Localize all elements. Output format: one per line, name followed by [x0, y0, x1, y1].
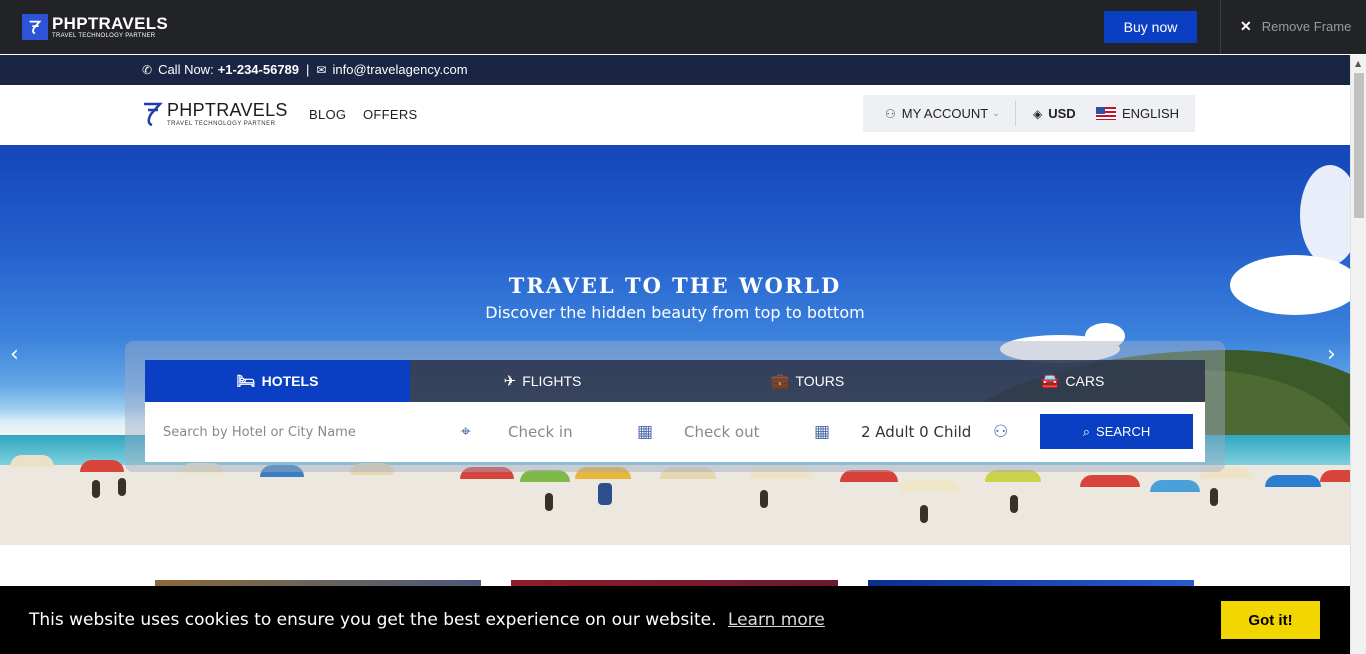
- guests-selector[interactable]: 2 Adult 0 Child: [861, 402, 991, 462]
- calendar-icon: ▦: [814, 422, 831, 442]
- logo-icon: [144, 102, 163, 127]
- beach-person: [920, 505, 928, 523]
- arrow-right-icon[interactable]: ›: [1327, 342, 1336, 367]
- user-icon: ⚇: [993, 422, 1009, 442]
- phone-number[interactable]: +1-234-56789: [218, 62, 299, 77]
- page-scrollbar[interactable]: ▲: [1350, 55, 1366, 654]
- cookie-message-container: This website uses cookies to ensure you …: [29, 610, 825, 630]
- beach-umbrella: [900, 480, 960, 492]
- site-logo-name: PHPTRAVELS: [167, 100, 288, 120]
- tab-hotels[interactable]: 🛏 HOTELS: [145, 360, 410, 402]
- beach-person: [1010, 495, 1018, 513]
- frame-logo-name: PHPTRAVELS: [52, 14, 169, 33]
- scrollbar-thumb[interactable]: [1354, 73, 1364, 218]
- envelope-icon: ✉: [316, 62, 327, 77]
- got-it-button[interactable]: Got it!: [1221, 601, 1320, 639]
- logo-icon: [22, 14, 48, 40]
- cookie-message: This website uses cookies to ensure you …: [29, 610, 717, 630]
- chevron-down-icon: ⌄: [992, 108, 1000, 118]
- currency-label: USD: [1048, 106, 1076, 121]
- calendar-icon: ▦: [637, 422, 654, 442]
- email-link[interactable]: info@travelagency.com: [332, 62, 467, 77]
- my-account-dropdown[interactable]: ⚇ MY ACCOUNT ⌄: [885, 106, 1000, 121]
- beach-umbrella: [10, 455, 54, 467]
- site-logo[interactable]: PHPTRAVELS TRAVEL TECHNOLOGY PARTNER: [140, 99, 288, 129]
- close-icon: ✕: [1240, 18, 1252, 34]
- beach-person: [598, 483, 612, 505]
- buy-now-button[interactable]: Buy now: [1104, 11, 1197, 43]
- search-fields: Search by Hotel or City Name ⌖ Check in …: [145, 402, 1205, 462]
- frame-logo[interactable]: PHPTRAVELS TRAVEL TECHNOLOGY PARTNER: [22, 14, 168, 40]
- beach-umbrella: [1320, 470, 1350, 482]
- contact-separator: |: [306, 62, 310, 77]
- call-now-label: Call Now:: [158, 62, 214, 77]
- flag-icon: [1096, 107, 1116, 120]
- nav-offers[interactable]: OFFERS: [363, 107, 418, 122]
- hero-banner: TRAVEL TO THE WORLD Discover the hidden …: [0, 145, 1350, 545]
- beach-person: [545, 493, 553, 511]
- beach-umbrella: [80, 460, 124, 472]
- search-icon: ⌕: [1082, 423, 1091, 439]
- tab-hotels-label: HOTELS: [261, 373, 319, 389]
- user-icon: ⚇: [885, 106, 896, 121]
- suitcase-icon: 💼: [770, 373, 790, 390]
- beach-person: [1210, 488, 1218, 506]
- checkin-input[interactable]: Check in: [508, 402, 628, 462]
- learn-more-link[interactable]: Learn more: [728, 610, 825, 630]
- account-toolbar: ⚇ MY ACCOUNT ⌄ ◈ USD ENGLISH: [863, 95, 1195, 132]
- location-input[interactable]: Search by Hotel or City Name: [163, 402, 463, 462]
- tab-flights[interactable]: ✈ FLIGHTS: [410, 360, 675, 402]
- tab-cars-label: CARS: [1065, 373, 1105, 389]
- contact-bar: ✆ Call Now: +1-234-56789 | ✉ info@travel…: [0, 55, 1350, 85]
- site-logo-tagline: TRAVEL TECHNOLOGY PARTNER: [167, 121, 276, 127]
- bed-icon: 🛏: [236, 373, 256, 390]
- beach-person: [760, 490, 768, 508]
- checkout-input[interactable]: Check out: [684, 402, 804, 462]
- beach-umbrella: [1150, 480, 1200, 492]
- tab-flights-label: FLIGHTS: [522, 373, 582, 389]
- nav-blog[interactable]: BLOG: [309, 107, 346, 122]
- cookie-consent-bar: This website uses cookies to ensure you …: [0, 586, 1350, 654]
- phone-icon: ✆: [142, 62, 153, 77]
- search-button-label: SEARCH: [1096, 424, 1151, 439]
- currency-selector[interactable]: ◈ USD: [1033, 106, 1076, 121]
- map-pin-icon: ⌖: [461, 422, 471, 442]
- language-selector[interactable]: ENGLISH: [1096, 106, 1179, 121]
- remove-frame-label: Remove Frame: [1261, 19, 1352, 34]
- tab-cars[interactable]: 🚘 CARS: [940, 360, 1205, 402]
- arrow-left-icon[interactable]: ‹: [10, 342, 19, 367]
- my-account-label: MY ACCOUNT: [901, 106, 989, 121]
- scroll-up-icon[interactable]: ▲: [1355, 59, 1361, 68]
- beach-umbrella: [1265, 475, 1321, 487]
- demo-frame-bar: PHPTRAVELS TRAVEL TECHNOLOGY PARTNER Buy…: [0, 0, 1366, 54]
- frame-logo-tagline: TRAVEL TECHNOLOGY PARTNER: [52, 33, 156, 39]
- search-tabs: 🛏 HOTELS ✈ FLIGHTS 💼 TOURS 🚘 CARS: [145, 360, 1205, 402]
- frame-divider: [1220, 0, 1221, 54]
- search-widget: 🛏 HOTELS ✈ FLIGHTS 💼 TOURS 🚘 CARS Search…: [125, 341, 1225, 472]
- tab-tours[interactable]: 💼 TOURS: [675, 360, 940, 402]
- beach-person: [118, 478, 126, 496]
- tag-icon: ◈: [1033, 106, 1043, 121]
- plane-icon: ✈: [503, 373, 517, 390]
- beach-umbrella: [1080, 475, 1140, 487]
- beach-person: [92, 480, 100, 498]
- toolbar-divider: [1015, 101, 1016, 126]
- search-button[interactable]: ⌕ SEARCH: [1040, 414, 1193, 449]
- car-icon: 🚘: [1040, 373, 1060, 390]
- hero-title: TRAVEL TO THE WORLD: [508, 273, 842, 298]
- language-label: ENGLISH: [1122, 106, 1180, 121]
- site-header: PHPTRAVELS TRAVEL TECHNOLOGY PARTNER BLO…: [0, 85, 1350, 145]
- tab-tours-label: TOURS: [795, 373, 845, 389]
- hero-subtitle: Discover the hidden beauty from top to b…: [485, 303, 865, 322]
- remove-frame-link[interactable]: ✕ Remove Frame: [1240, 18, 1351, 35]
- hero-cloud: [1300, 165, 1350, 265]
